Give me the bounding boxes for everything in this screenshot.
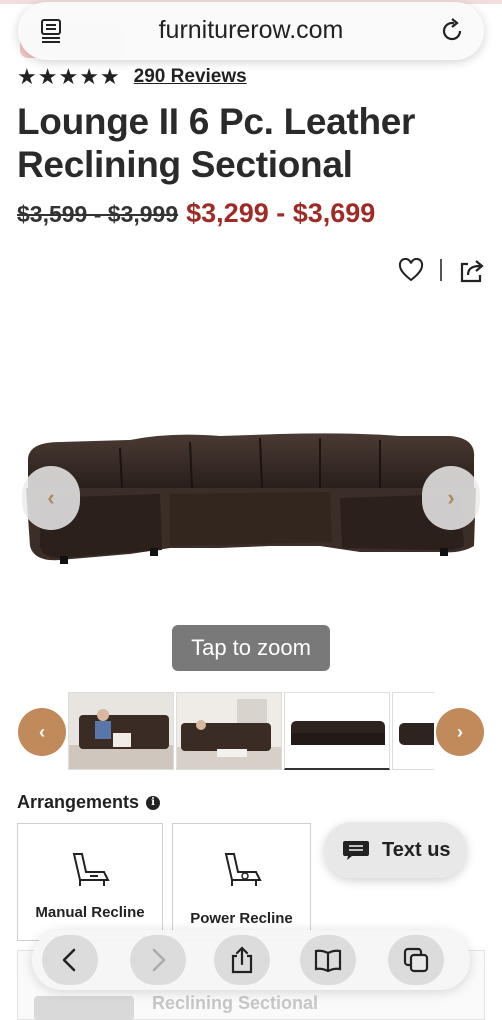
image-next-button[interactable]: › (422, 466, 480, 530)
reviews-link[interactable]: 290 Reviews (134, 66, 247, 88)
reload-icon[interactable] (438, 17, 466, 45)
tabs-icon (403, 947, 429, 973)
product-actions (398, 256, 486, 284)
chat-bubble-icon (343, 841, 369, 860)
chevron-right-icon: › (457, 721, 463, 742)
forward-button[interactable] (130, 935, 186, 985)
arrangements-title: Arrangements (17, 792, 140, 812)
manual-recliner-icon (72, 853, 110, 886)
arrangement-label: Power Recline (190, 910, 293, 927)
browser-toolbar (32, 930, 470, 990)
arrangement-manual-recline[interactable]: Manual Recline (17, 823, 163, 941)
power-recliner-icon (224, 853, 262, 886)
thumbnail-4[interactable] (392, 692, 434, 770)
original-price: $3,599 - $3,999 (17, 201, 179, 227)
arrangement-power-recline[interactable]: Power Recline (172, 823, 311, 941)
related-product-thumbnail (34, 996, 134, 1020)
address-bar[interactable]: furniturerow.com (18, 2, 484, 60)
image-prev-button[interactable]: ‹ (22, 466, 80, 530)
text-us-label: Text us (382, 838, 451, 861)
share-button[interactable] (214, 935, 270, 985)
thumbnail-prev-button[interactable]: ‹ (18, 708, 66, 756)
thumbnail-2[interactable] (176, 692, 282, 770)
related-product-title: Reclining Sectional (152, 993, 319, 1013)
star-icon: ★ (79, 64, 99, 89)
chevron-right-icon: › (447, 485, 455, 510)
product-title: Lounge II 6 Pc. Leather Reclining Sectio… (17, 101, 416, 185)
price-block: $3,599 - $3,999 $3,299 - $3,699 (17, 198, 375, 229)
action-divider (440, 259, 442, 281)
room-scene-thumbnail (69, 693, 173, 769)
back-icon (62, 948, 76, 972)
bookmarks-button[interactable] (300, 935, 356, 985)
thumbnail-strip (68, 692, 434, 772)
arrangement-label: Manual Recline (35, 904, 145, 921)
share-icon[interactable] (458, 256, 486, 284)
info-icon[interactable]: i (146, 795, 161, 810)
text-us-button[interactable]: Text us (324, 822, 467, 878)
star-icon: ★ (58, 64, 79, 89)
thumbnail-1[interactable] (68, 692, 174, 770)
bookmarks-icon (314, 949, 342, 973)
back-button[interactable] (42, 935, 98, 985)
thumbnail-next-button[interactable]: › (436, 708, 484, 756)
thumbnail-carousel: ‹ › (0, 690, 502, 774)
room-scene-thumbnail (177, 693, 281, 769)
product-rating[interactable]: ★ ★ ★ ★ ★ 290 Reviews (17, 66, 247, 88)
sale-price: $3,299 - $3,699 (186, 198, 376, 228)
thumbnail-3-selected[interactable] (284, 692, 390, 770)
arrangements-heading: Arrangements i (17, 792, 161, 813)
url-text[interactable]: furniturerow.com (18, 16, 484, 45)
chevron-left-icon: ‹ (39, 721, 45, 742)
chevron-left-icon: ‹ (47, 485, 55, 510)
product-main-image[interactable]: ‹ › Tap to zoom (0, 300, 502, 690)
star-rating: ★ ★ ★ ★ ★ (17, 66, 120, 88)
sofa-thumbnail (285, 693, 389, 768)
star-icon: ★ (17, 64, 37, 89)
star-icon: ★ (37, 64, 58, 89)
forward-icon (152, 948, 166, 972)
star-icon: ★ (99, 64, 120, 89)
heart-icon[interactable] (398, 258, 424, 282)
tabs-button[interactable] (388, 935, 444, 985)
sofa-thumbnail (393, 693, 434, 769)
sectional-sofa-image (26, 433, 476, 564)
tap-to-zoom-hint: Tap to zoom (172, 625, 330, 671)
share-icon (231, 946, 253, 974)
